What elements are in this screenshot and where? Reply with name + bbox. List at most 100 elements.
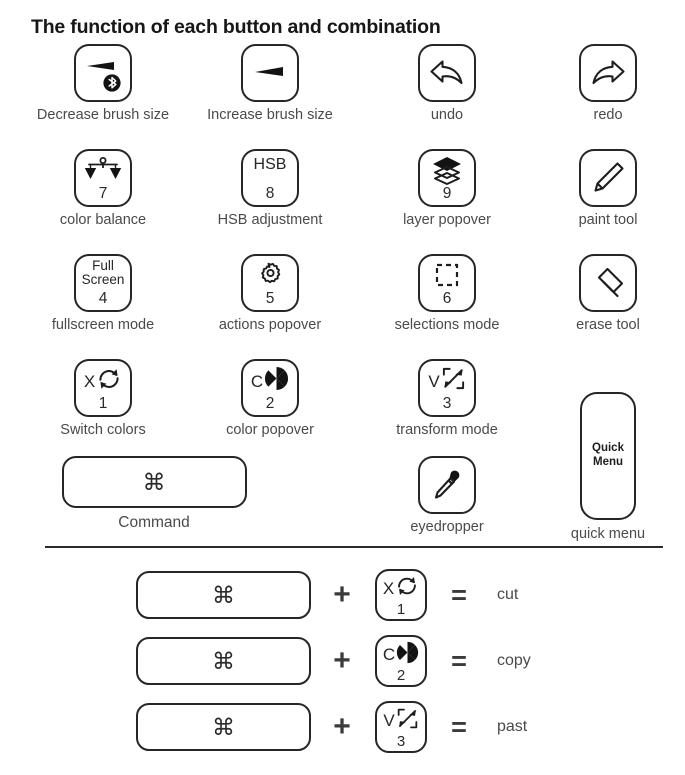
- key-eyedropper[interactable]: eyedropper: [367, 456, 527, 536]
- key-letter: V: [428, 371, 440, 391]
- key-number: 6: [442, 290, 452, 307]
- combo-result-label: past: [497, 718, 528, 735]
- key-label: Switch colors: [60, 422, 146, 438]
- key-row-3: Full Screen 4 fullscreen mode 5 actions …: [0, 254, 685, 359]
- key-label: HSB adjustment: [217, 212, 323, 228]
- keycap[interactable]: ⌘: [61, 456, 247, 508]
- plus-sign: +: [333, 578, 351, 611]
- key-label: redo: [593, 107, 623, 123]
- swap-arrows-icon: [395, 574, 419, 603]
- undo-arrow-icon: [420, 46, 474, 100]
- combo-result-label: copy: [497, 652, 531, 669]
- key-erase-tool[interactable]: erase tool: [528, 254, 685, 334]
- key-color-popover[interactable]: C 2 color popover: [190, 359, 350, 439]
- key-number: 9: [442, 185, 452, 202]
- transform-expand-icon: [441, 366, 466, 396]
- key-redo[interactable]: redo: [528, 44, 685, 124]
- combination-list: ⌘ + X 1 = cut ⌘ + C 2 = copy ⌘ + V 3 = p…: [0, 562, 685, 760]
- key-label: selections mode: [394, 317, 500, 333]
- key-label: quick menu: [570, 526, 646, 542]
- keycap[interactable]: C 2: [241, 359, 299, 417]
- quick-menu-line-1: Quick: [592, 442, 624, 455]
- key-hsb-adjustment[interactable]: HSB 8 HSB adjustment: [190, 149, 350, 229]
- combo-command-key[interactable]: ⌘: [136, 571, 311, 619]
- key-paint-tool[interactable]: paint tool: [528, 149, 685, 229]
- key-combo-glyphs: C: [243, 364, 297, 398]
- key-label: paint tool: [578, 212, 638, 228]
- key-selections-mode[interactable]: 6 selections mode: [367, 254, 527, 334]
- equals-sign: =: [451, 645, 467, 676]
- key-combo-glyphs: V: [420, 364, 474, 398]
- combo-result-label: cut: [497, 586, 519, 603]
- key-number: 5: [265, 290, 275, 307]
- key-number: 7: [98, 185, 108, 202]
- key-letter: X: [83, 371, 96, 391]
- keycap[interactable]: 5: [241, 254, 299, 312]
- key-label: erase tool: [576, 317, 640, 333]
- combo-second-key[interactable]: C 2: [375, 635, 427, 687]
- keycap[interactable]: [241, 44, 299, 102]
- keycap[interactable]: V 3: [418, 359, 476, 417]
- keycap[interactable]: [74, 44, 132, 102]
- swap-arrows-icon: [96, 366, 122, 397]
- color-wheel-icon: [264, 366, 289, 396]
- combo-second-key[interactable]: V 3: [375, 701, 427, 753]
- key-combo-glyphs: C: [377, 639, 425, 670]
- keycap[interactable]: [418, 456, 476, 514]
- transform-expand-icon: [396, 707, 419, 735]
- key-label: color popover: [226, 422, 314, 438]
- key-label: actions popover: [218, 317, 322, 333]
- keycap[interactable]: Quick Menu: [580, 392, 636, 520]
- keycap[interactable]: [579, 254, 637, 312]
- eraser-icon: [581, 256, 635, 310]
- section-divider: [45, 546, 663, 549]
- key-row-2: 7 color balance HSB 8 HSB adjustment 9 l…: [0, 149, 685, 254]
- combo-cut: ⌘ + X 1 = cut: [0, 562, 685, 628]
- equals-sign: =: [451, 579, 467, 610]
- keycap[interactable]: [579, 44, 637, 102]
- color-wheel-icon: [396, 641, 419, 669]
- key-number: 3: [442, 395, 452, 412]
- key-label: Command: [118, 514, 190, 531]
- key-label: fullscreen mode: [51, 317, 155, 333]
- keycap[interactable]: X 1: [74, 359, 132, 417]
- combo-paste: ⌘ + V 3 = past: [0, 694, 685, 760]
- key-label: color balance: [59, 212, 147, 228]
- key-letter: C: [382, 645, 396, 664]
- page-title: The function of each button and combinat…: [31, 16, 441, 38]
- key-label: Decrease brush size: [36, 107, 170, 123]
- key-label: eyedropper: [410, 519, 484, 535]
- reference-sheet: The function of each button and combinat…: [0, 0, 685, 775]
- key-fullscreen-mode[interactable]: Full Screen 4 fullscreen mode: [23, 254, 183, 334]
- key-label: undo: [430, 107, 464, 123]
- key-command[interactable]: ⌘ Command: [23, 456, 285, 532]
- keycap[interactable]: Full Screen 4: [74, 254, 132, 312]
- key-color-balance[interactable]: 7 color balance: [23, 149, 183, 229]
- redo-arrow-icon: [581, 46, 635, 100]
- key-number: 1: [98, 395, 108, 412]
- key-combo-glyphs: X: [76, 364, 130, 398]
- key-increase-brush-size[interactable]: Increase brush size: [190, 44, 350, 124]
- combo-copy: ⌘ + C 2 = copy: [0, 628, 685, 694]
- keycap[interactable]: 6: [418, 254, 476, 312]
- keycap[interactable]: 9: [418, 149, 476, 207]
- key-actions-popover[interactable]: 5 actions popover: [190, 254, 350, 334]
- key-decrease-brush-size[interactable]: Decrease brush size: [23, 44, 183, 124]
- keycap[interactable]: HSB 8: [241, 149, 299, 207]
- combo-second-key[interactable]: X 1: [375, 569, 427, 621]
- key-undo[interactable]: undo: [367, 44, 527, 124]
- command-glyph-icon: ⌘: [212, 647, 235, 674]
- key-quick-menu[interactable]: Quick Menu quick menu: [528, 392, 685, 542]
- key-transform-mode[interactable]: V 3 transform mode: [367, 359, 527, 439]
- key-combo-glyphs: X: [377, 573, 425, 604]
- keycap[interactable]: 7: [74, 149, 132, 207]
- key-combo-glyphs: V: [377, 705, 425, 736]
- command-glyph-icon: ⌘: [212, 713, 235, 740]
- key-switch-colors[interactable]: X 1 Switch colors: [23, 359, 183, 439]
- keycap[interactable]: [418, 44, 476, 102]
- combo-command-key[interactable]: ⌘: [136, 637, 311, 685]
- key-number: 4: [98, 290, 108, 307]
- combo-command-key[interactable]: ⌘: [136, 703, 311, 751]
- key-layer-popover[interactable]: 9 layer popover: [367, 149, 527, 229]
- keycap[interactable]: [579, 149, 637, 207]
